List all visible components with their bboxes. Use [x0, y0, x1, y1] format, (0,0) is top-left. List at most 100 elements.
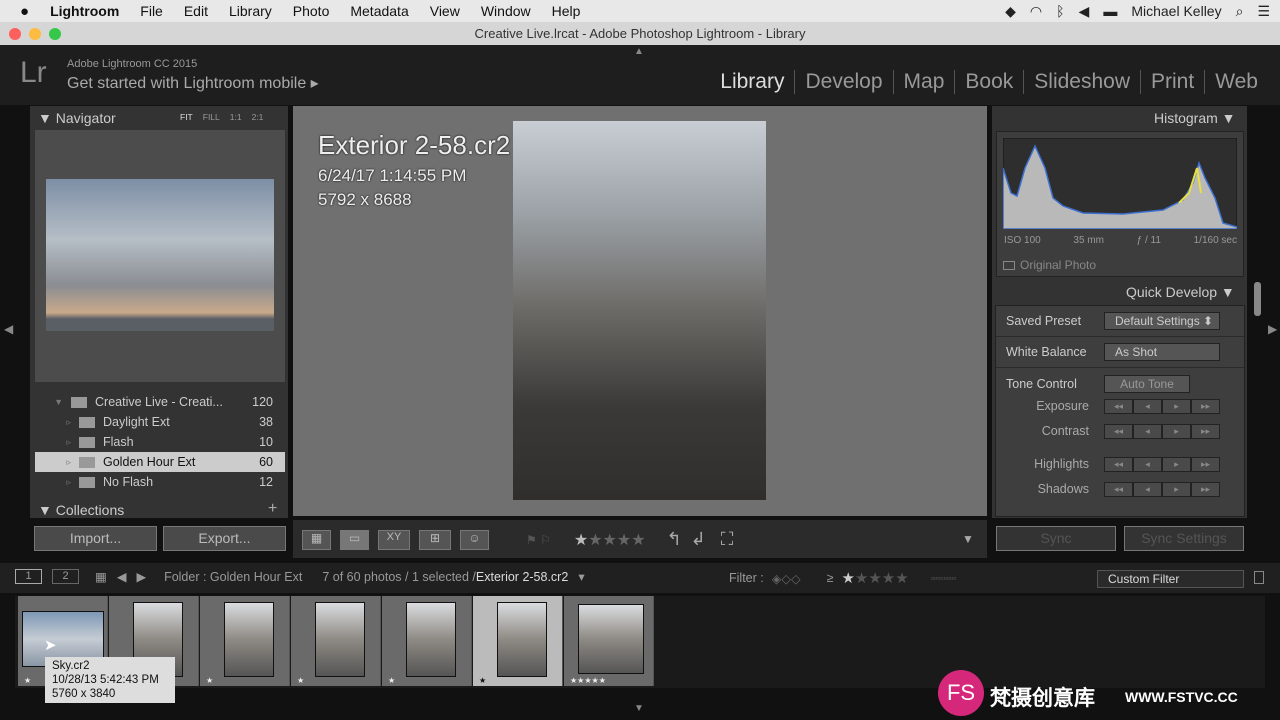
module-web[interactable]: Web — [1204, 70, 1268, 94]
menu-view[interactable]: View — [430, 3, 460, 19]
decrease-button[interactable]: ◂ — [1133, 424, 1162, 439]
zoom-button[interactable] — [49, 28, 61, 40]
source-label[interactable]: Folder : Golden Hour Ext — [164, 570, 302, 584]
loupe-view-icon[interactable]: ▭ — [340, 529, 369, 550]
rating-operator[interactable]: ≥ — [827, 571, 834, 585]
main-photo[interactable] — [513, 121, 766, 500]
survey-view-icon[interactable]: ⊞ — [419, 529, 451, 550]
big-increase-button[interactable]: ▸▸ — [1191, 399, 1220, 414]
crop-overlay-icon[interactable]: ⛶ — [721, 529, 734, 550]
zoom-fit[interactable]: FIT — [180, 112, 193, 122]
disclosure-icon[interactable]: ▹ — [35, 437, 79, 448]
module-map[interactable]: Map — [892, 70, 955, 94]
big-decrease-button[interactable]: ◂◂ — [1104, 399, 1133, 414]
filter-lock-icon[interactable] — [1254, 571, 1264, 584]
sync-button[interactable]: Sync — [996, 526, 1116, 551]
big-decrease-button[interactable]: ◂◂ — [1104, 482, 1133, 497]
zoom-2-1[interactable]: 2:1 — [252, 112, 264, 122]
zoom-fill[interactable]: FILL — [203, 112, 220, 122]
white-balance-select[interactable]: As Shot — [1104, 343, 1220, 361]
color-label-filter[interactable]: ▫▫▫▫▫▫▫▫ — [931, 573, 957, 583]
toolbar-menu-icon[interactable]: ▼ — [962, 532, 974, 546]
navigator-header[interactable]: ▼ Navigator — [38, 110, 116, 126]
top-panel-toggle-icon[interactable]: ▲ — [634, 46, 644, 57]
menu-file[interactable]: File — [140, 3, 163, 19]
export-button[interactable]: Export... — [163, 526, 286, 551]
rating-filter[interactable]: ★★★★★ — [841, 569, 908, 587]
volume-icon[interactable]: ◀ — [1079, 3, 1090, 20]
grid-view-icon[interactable]: ▦ — [302, 529, 331, 550]
search-icon[interactable]: ⌕ — [1236, 3, 1244, 20]
filmstrip-toggle-icon[interactable]: ▼ — [634, 703, 644, 714]
module-book[interactable]: Book — [954, 70, 1023, 94]
filmstrip-thumbnail[interactable]: ★★★★★ — [564, 596, 654, 686]
menu-photo[interactable]: Photo — [293, 3, 330, 19]
big-increase-button[interactable]: ▸▸ — [1191, 482, 1220, 497]
rotate-left-icon[interactable]: ↰ — [667, 529, 682, 550]
left-panel-toggle-icon[interactable]: ◀ — [4, 322, 13, 336]
flag-icon[interactable]: ⚑ ⚐ — [526, 533, 551, 547]
module-develop[interactable]: Develop — [794, 70, 892, 94]
menu-window[interactable]: Window — [481, 3, 531, 19]
bluetooth-icon[interactable]: ᛒ — [1056, 3, 1064, 19]
grid-icon[interactable]: ▦ — [95, 569, 107, 584]
rating-stars[interactable]: ★★★★★ — [574, 530, 646, 550]
collections-header[interactable]: ▼ Collections — [38, 502, 124, 518]
right-panel-scrollbar[interactable] — [1254, 282, 1261, 316]
increase-button[interactable]: ▸ — [1162, 482, 1191, 497]
custom-filter-select[interactable]: Custom Filter — [1097, 570, 1244, 588]
close-button[interactable] — [9, 28, 21, 40]
folder-item[interactable]: ▹ Daylight Ext 38 — [35, 412, 285, 432]
big-increase-button[interactable]: ▸▸ — [1191, 457, 1220, 472]
folder-item[interactable]: ▼ Creative Live - Creati... 120 — [35, 392, 285, 412]
big-increase-button[interactable]: ▸▸ — [1191, 424, 1220, 439]
navigator-preview[interactable] — [46, 179, 274, 331]
menu-lightroom[interactable]: Lightroom — [50, 3, 119, 19]
apple-icon[interactable]: ● — [20, 3, 29, 20]
rotate-right-icon[interactable]: ↲ — [691, 529, 706, 550]
screen-1-button[interactable]: 1 — [15, 569, 42, 584]
big-decrease-button[interactable]: ◂◂ — [1104, 424, 1133, 439]
back-arrow-icon[interactable]: ◀ — [117, 569, 127, 584]
forward-arrow-icon[interactable]: ▶ — [136, 569, 146, 584]
decrease-button[interactable]: ◂ — [1133, 482, 1162, 497]
chevron-down-icon[interactable]: ▼ — [35, 397, 71, 407]
module-library[interactable]: Library — [710, 70, 794, 94]
minimize-button[interactable] — [29, 28, 41, 40]
list-icon[interactable]: ☰ — [1257, 3, 1270, 20]
original-photo-checkbox[interactable]: Original Photo — [1003, 258, 1096, 272]
module-print[interactable]: Print — [1140, 70, 1204, 94]
module-slideshow[interactable]: Slideshow — [1023, 70, 1140, 94]
menu-library[interactable]: Library — [229, 3, 272, 19]
quick-develop-header[interactable]: Quick Develop ▼ — [1126, 284, 1235, 300]
screen-2-button[interactable]: 2 — [52, 569, 79, 584]
increase-button[interactable]: ▸ — [1162, 424, 1191, 439]
menu-edit[interactable]: Edit — [184, 3, 208, 19]
mobile-link[interactable]: Get started with Lightroom mobile ▸ — [67, 73, 319, 93]
decrease-button[interactable]: ◂ — [1133, 399, 1162, 414]
chevron-down-icon[interactable]: ▾ — [578, 569, 584, 584]
selected-filename[interactable]: Exterior 2-58.cr2 — [476, 570, 568, 584]
folder-item[interactable]: ▹ No Flash 12 — [35, 472, 285, 492]
filmstrip-thumbnail[interactable]: ★ — [473, 596, 563, 686]
import-button[interactable]: Import... — [34, 526, 157, 551]
disclosure-icon[interactable]: ▹ — [35, 477, 79, 488]
folder-item[interactable]: ▹ Flash 10 — [35, 432, 285, 452]
zoom-1-1[interactable]: 1:1 — [230, 112, 242, 122]
dropbox-icon[interactable]: ◆ — [1005, 3, 1016, 20]
add-collection-button[interactable]: + — [268, 500, 277, 518]
big-decrease-button[interactable]: ◂◂ — [1104, 457, 1133, 472]
wifi-icon[interactable]: ◠ — [1030, 3, 1042, 20]
flag-icon[interactable]: ▬ — [1103, 3, 1117, 19]
saved-preset-select[interactable]: Default Settings ⬍ — [1104, 312, 1220, 330]
decrease-button[interactable]: ◂ — [1133, 457, 1162, 472]
right-panel-toggle-icon[interactable]: ▶ — [1268, 322, 1277, 336]
flag-filter-icon[interactable]: ◈◇◇ — [772, 571, 801, 586]
increase-button[interactable]: ▸ — [1162, 457, 1191, 472]
filmstrip-thumbnail[interactable]: ★ — [382, 596, 472, 686]
menu-metadata[interactable]: Metadata — [350, 3, 408, 19]
filmstrip-thumbnail[interactable]: ★ — [291, 596, 381, 686]
filmstrip-thumbnail[interactable]: ★ — [200, 596, 290, 686]
user-name[interactable]: Michael Kelley — [1131, 3, 1221, 19]
histogram-header[interactable]: Histogram ▼ — [1154, 110, 1236, 126]
